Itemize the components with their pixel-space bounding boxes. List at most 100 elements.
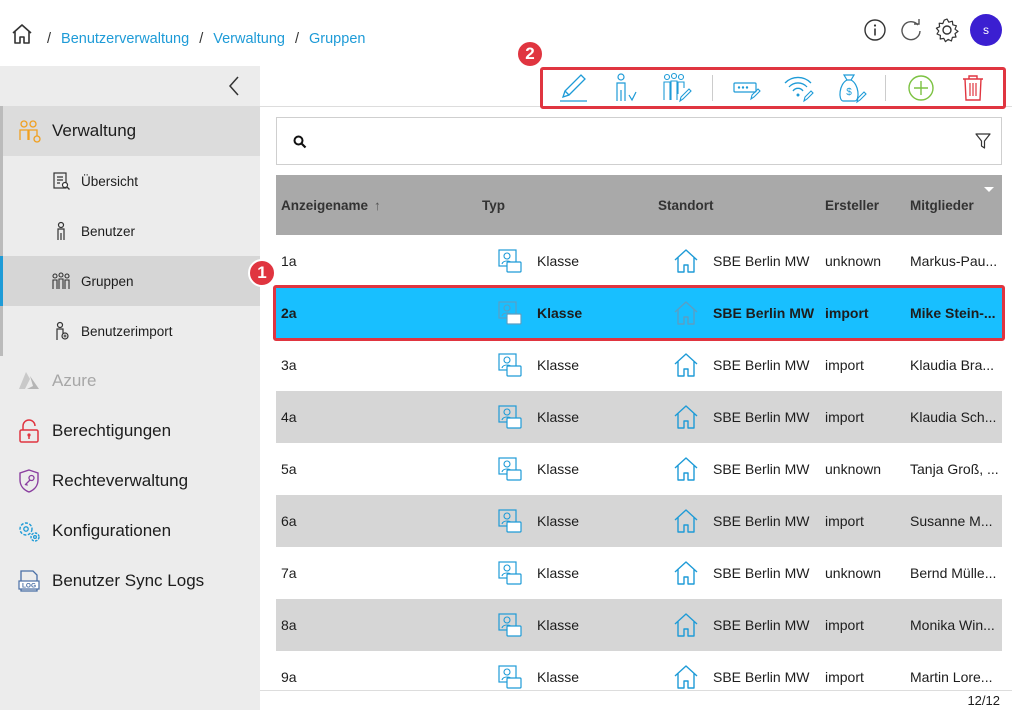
breadcrumb: / Benutzerverwaltung / Verwaltung / Grup… [47,31,366,47]
column-header-mitglieder[interactable]: Mitglieder [910,198,974,213]
edit-group-icon[interactable] [659,71,695,105]
cell-standort: SBE Berlin MW [713,565,810,581]
sidebar-item-label: Konfigurationen [52,521,172,540]
class-icon [496,403,524,431]
sort-asc-icon: ↑ [374,198,381,213]
sidebar-item-sync-logs[interactable]: LOG Benutzer Sync Logs [0,556,260,606]
settings-icon[interactable] [934,17,960,43]
search-input[interactable] [321,128,941,156]
cell-typ: Klasse [537,253,580,269]
class-icon [496,351,524,379]
cell-typ: Klasse [537,461,580,477]
cell-anzeigename: 2a [281,305,297,321]
table-body: 1a Klasse SBE Berlin MW unknown Markus-Pau..… [273,235,1005,703]
table-row[interactable]: 3a Klasse SBE Berlin MW import Klaudia Bra..… [276,339,1002,391]
edit-icon[interactable] [555,71,591,105]
sidebar-item-label: Gruppen [81,273,134,289]
cell-anzeigename: 1a [281,253,297,269]
action-toolbar: $ [540,67,1006,109]
home-icon [672,351,700,379]
wifi-edit-icon[interactable] [781,71,817,105]
breadcrumb-item[interactable]: Verwaltung [213,31,285,47]
cell-typ: Klasse [537,357,580,373]
selection-highlight [273,285,1005,341]
annotation-badge: 1 [248,259,276,287]
cell-standort: SBE Berlin MW [713,409,810,425]
search-bar [276,117,1002,165]
home-icon [672,559,700,587]
home-icon [672,247,700,275]
add-icon[interactable] [903,71,939,105]
table-row[interactable]: 1a Klasse SBE Berlin MW unknown Markus-Pau..… [276,235,1002,287]
divider [885,75,887,101]
table-row[interactable]: 8a Klasse SBE Berlin MW import Monika Win... [276,599,1002,651]
home-icon [672,403,700,431]
cell-anzeigename: 6a [281,513,297,529]
password-icon[interactable] [729,71,765,105]
table-row[interactable]: 4a Klasse SBE Berlin MW import Klaudia Sch..… [276,391,1002,443]
cell-ersteller: import [825,513,864,529]
filter-icon[interactable] [975,132,991,150]
table-row[interactable]: 7a Klasse SBE Berlin MW unknown Bernd Mülle.… [276,547,1002,599]
cell-ersteller: unknown [825,253,882,269]
cell-mitglieder: Martin Lore... [910,669,993,685]
sidebar-item-rechteverwaltung[interactable]: Rechteverwaltung [0,456,260,506]
class-icon [496,559,524,587]
main-content: $ Anzeigename ↑ Typ Standort Ersteller Mi… [248,40,1012,710]
table-row[interactable]: 5a Klasse SBE Berlin MW unknown Tanja Groß, … [276,443,1002,495]
svg-text:$: $ [846,87,852,98]
assign-user-icon[interactable] [607,71,643,105]
overview-icon [51,171,71,191]
svg-text:LOG: LOG [22,583,36,590]
sidebar-item-benutzerimport[interactable]: Benutzerimport [0,306,260,356]
user-icon [51,221,71,241]
refresh-icon[interactable] [898,17,924,43]
avatar[interactable]: s [970,14,1002,46]
sidebar-item-azure[interactable]: Azure [0,356,260,406]
table-row[interactable]: 6a Klasse SBE Berlin MW import Susanne M... [276,495,1002,547]
cell-mitglieder: Mike Stein-... [910,305,996,321]
cell-standort: SBE Berlin MW [713,461,810,477]
sidebar-item-label: Rechteverwaltung [52,471,189,490]
users-admin-icon [16,118,42,144]
sidebar-item-berechtigungen[interactable]: Berechtigungen [0,406,260,456]
header-icons: s [862,14,1002,46]
chevron-left-icon[interactable] [226,74,242,98]
delete-icon[interactable] [955,71,991,105]
column-header-standort[interactable]: Standort [658,198,714,213]
home-icon [672,663,700,691]
column-header-anzeigename[interactable]: Anzeigename ↑ [281,198,381,213]
table-row[interactable]: 2a Klasse SBE Berlin MW import Mike Stein-..… [273,285,1005,341]
sidebar-item-verwaltung[interactable]: Verwaltung [0,106,260,156]
cell-anzeigename: 8a [281,617,297,633]
sidebar-item-konfigurationen[interactable]: Konfigurationen [0,506,260,556]
sidebar-item-label: Verwaltung [52,121,137,140]
shield-key-icon [16,468,42,494]
sidebar-item-benutzer[interactable]: Benutzer [0,206,260,256]
sidebar-item-label: Azure [52,371,97,390]
class-icon [496,663,524,691]
money-edit-icon[interactable]: $ [833,71,869,105]
cell-anzeigename: 5a [281,461,297,477]
cell-typ: Klasse [537,565,580,581]
breadcrumb-item[interactable]: Benutzerverwaltung [61,31,189,47]
sidebar-item-gruppen[interactable]: Gruppen [0,256,260,306]
sidebar-item-uebersicht[interactable]: Übersicht [0,156,260,206]
sidebar-item-label: Berechtigungen [52,421,172,440]
breadcrumb-item[interactable]: Gruppen [309,31,365,47]
cell-typ: Klasse [537,617,580,633]
home-icon [672,455,700,483]
cell-standort: SBE Berlin MW [713,305,815,321]
column-menu-icon[interactable] [984,187,994,192]
cell-mitglieder: Tanja Groß, ... [910,461,999,477]
sidebar-item-label: Übersicht [81,173,139,189]
cell-mitglieder: Bernd Mülle... [910,565,997,581]
column-header-typ[interactable]: Typ [482,198,505,213]
home-icon[interactable] [10,22,34,46]
groups-table: Anzeigename ↑ Typ Standort Ersteller Mitg… [273,175,1005,703]
cell-mitglieder: Monika Win... [910,617,995,633]
gears-icon [16,518,42,544]
column-header-ersteller[interactable]: Ersteller [825,198,879,213]
info-icon[interactable] [862,17,888,43]
cell-typ: Klasse [537,669,580,685]
